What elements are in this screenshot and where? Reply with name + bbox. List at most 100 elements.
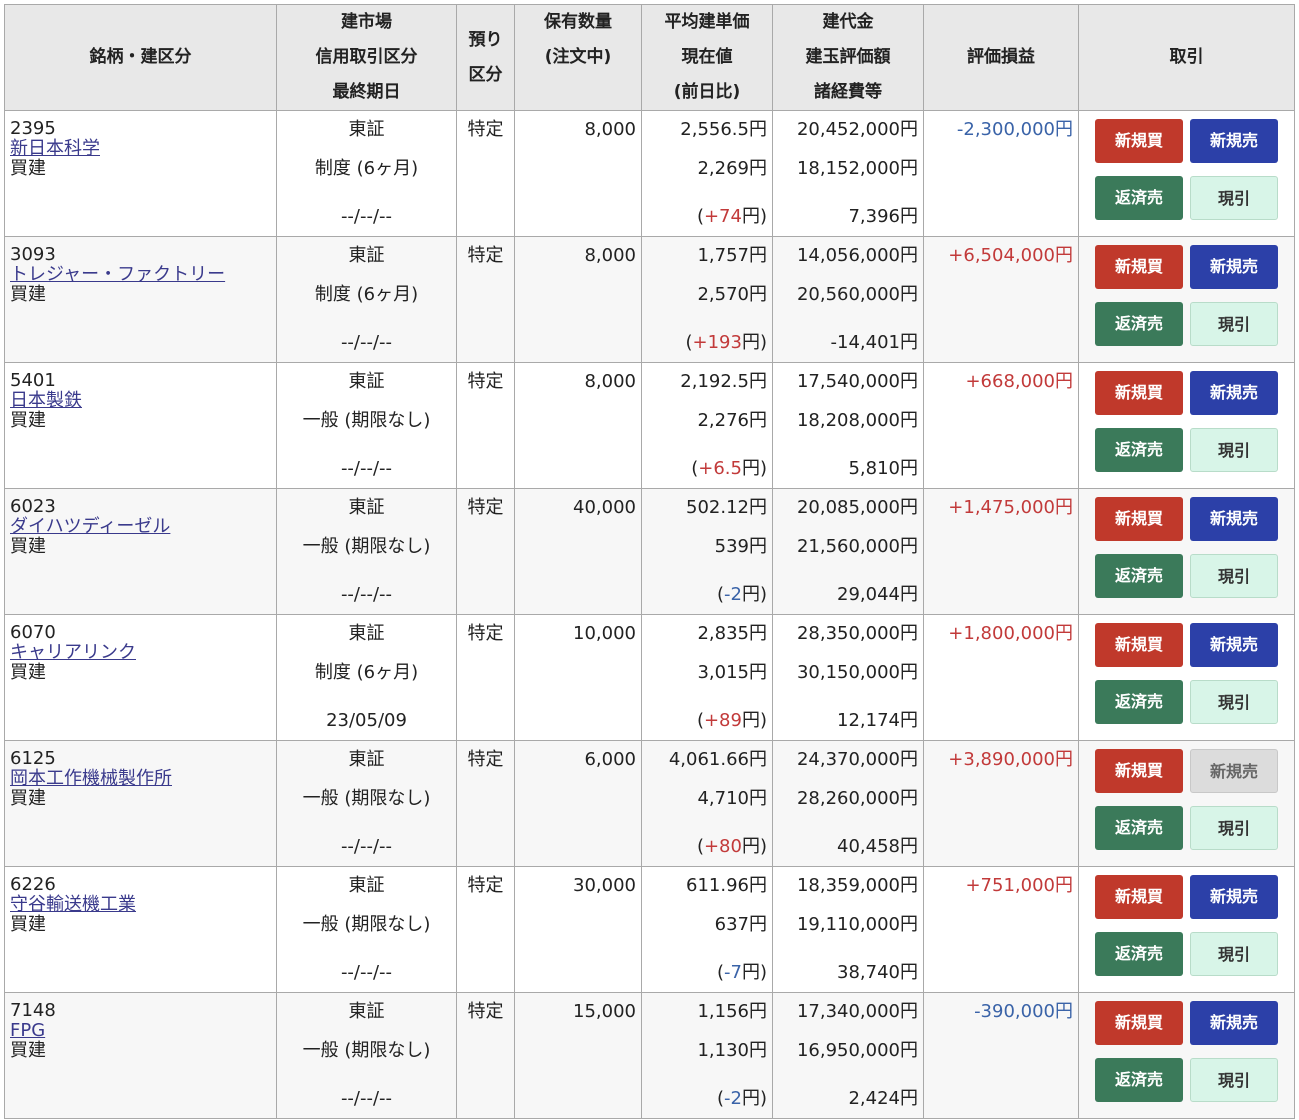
account-cell: 特定 (456, 110, 515, 237)
price-cell: 1,757円 2,570円 (+193円) (641, 236, 773, 363)
position-fees: 7,396円 (848, 206, 918, 227)
stock-name-link[interactable]: ダイハツディーゼル (10, 517, 276, 537)
header-avg-line: 平均建単価 (664, 12, 750, 32)
new-buy-button[interactable]: 新規買 (1095, 119, 1183, 163)
new-sell-button: 新規売 (1190, 749, 1278, 793)
name-cell: 7148 FPG 買建 (4, 992, 277, 1119)
change-close: 円) (741, 332, 767, 353)
credit-type: 一般 (期限なし) (302, 788, 431, 809)
new-sell-button[interactable]: 新規売 (1190, 245, 1278, 289)
stock-name-link[interactable]: 守谷輸送機工業 (10, 895, 276, 915)
table-header-row: 銘柄・建区分 建市場 信用取引区分 最終期日 預り 区分 保有数量 (注文中) … (4, 4, 1295, 111)
deliver-button[interactable]: 現引 (1190, 176, 1278, 220)
new-buy-button[interactable]: 新規買 (1095, 875, 1183, 919)
stock-name-link[interactable]: キャリアリンク (10, 643, 276, 663)
due-date: --/--/-- (340, 206, 393, 227)
change-close: 円) (741, 710, 767, 731)
new-sell-button[interactable]: 新規売 (1190, 623, 1278, 667)
change-open: ( (716, 1088, 725, 1109)
account-type: 特定 (467, 623, 504, 644)
change-close: 円) (741, 962, 767, 983)
close-sell-button[interactable]: 返済売 (1095, 302, 1183, 346)
stock-name-link[interactable]: FPG (10, 1021, 276, 1041)
new-sell-button[interactable]: 新規売 (1190, 371, 1278, 415)
close-sell-button[interactable]: 返済売 (1095, 680, 1183, 724)
change-open: ( (696, 206, 704, 227)
change-close: 円) (741, 458, 767, 479)
deliver-button[interactable]: 現引 (1190, 1058, 1278, 1102)
account-cell: 特定 (456, 992, 515, 1119)
deliver-button[interactable]: 現引 (1190, 428, 1278, 472)
name-cell: 3093 トレジャー・ファクトリー 買建 (4, 236, 277, 363)
close-sell-button[interactable]: 返済売 (1095, 176, 1183, 220)
qty-cell: 30,000 (514, 866, 642, 993)
stock-code: 5401 (10, 370, 56, 391)
stock-code: 6023 (10, 496, 56, 517)
close-sell-button[interactable]: 返済売 (1095, 806, 1183, 850)
pl-cell: +6,504,000円 (923, 236, 1079, 363)
account-type: 特定 (467, 497, 504, 518)
holding-qty: 6,000 (584, 749, 636, 770)
price-change: (+89円) (642, 711, 767, 731)
new-sell-button[interactable]: 新規売 (1190, 497, 1278, 541)
stock-name-link[interactable]: 岡本工作機械製作所 (10, 769, 276, 789)
price-change: (+193円) (642, 333, 767, 353)
unrealized-pl: -390,000円 (974, 1001, 1073, 1022)
account-type: 特定 (467, 875, 504, 896)
name-cell: 2395 新日本科学 買建 (4, 110, 277, 237)
header-pl: 評価損益 (923, 4, 1079, 111)
new-buy-button[interactable]: 新規買 (1095, 749, 1183, 793)
header-account: 預り 区分 (456, 4, 515, 111)
stock-code: 6226 (10, 874, 56, 895)
new-buy-button[interactable]: 新規買 (1095, 497, 1183, 541)
new-sell-button[interactable]: 新規売 (1190, 119, 1278, 163)
trade-cell: 新規買 新規売 返済売 現引 (1078, 362, 1295, 489)
deliver-button[interactable]: 現引 (1190, 932, 1278, 976)
close-sell-button[interactable]: 返済売 (1095, 1058, 1183, 1102)
deliver-button[interactable]: 現引 (1190, 554, 1278, 598)
market-name: 東証 (348, 623, 385, 644)
avg-price: 611.96円 (686, 875, 767, 896)
trade-cell: 新規買 新規売 返済売 現引 (1078, 110, 1295, 237)
change-open: ( (685, 332, 693, 353)
close-sell-button[interactable]: 返済売 (1095, 554, 1183, 598)
position-fees: -14,401円 (830, 332, 918, 353)
table-row: 6226 守谷輸送機工業 買建 東証 一般 (期限なし) --/--/-- 特定… (4, 866, 1295, 993)
deliver-button[interactable]: 現引 (1190, 806, 1278, 850)
market-name: 東証 (348, 749, 385, 770)
close-sell-button[interactable]: 返済売 (1095, 428, 1183, 472)
amount-cell: 24,370,000円 28,260,000円 40,458円 (772, 740, 924, 867)
deliver-button[interactable]: 現引 (1190, 680, 1278, 724)
stock-name-link[interactable]: 新日本科学 (10, 139, 276, 159)
amount-cell: 17,340,000円 16,950,000円 2,424円 (772, 992, 924, 1119)
account-cell: 特定 (456, 236, 515, 363)
amount-cell: 20,085,000円 21,560,000円 29,044円 (772, 488, 924, 615)
avg-price: 1,757円 (697, 245, 767, 266)
qty-cell: 6,000 (514, 740, 642, 867)
current-price: 539円 (714, 536, 767, 557)
new-buy-button[interactable]: 新規買 (1095, 1001, 1183, 1045)
deliver-button[interactable]: 現引 (1190, 302, 1278, 346)
new-buy-button[interactable]: 新規買 (1095, 623, 1183, 667)
new-sell-button[interactable]: 新規売 (1190, 1001, 1278, 1045)
header-market-line: 建市場 (341, 12, 392, 32)
due-date: --/--/-- (340, 584, 393, 605)
new-sell-button[interactable]: 新規売 (1190, 875, 1278, 919)
new-buy-button[interactable]: 新規買 (1095, 371, 1183, 415)
position-value: 16,950,000円 (796, 1040, 918, 1061)
header-qty: 保有数量 (注文中) (514, 4, 642, 111)
position-cost: 17,540,000円 (796, 371, 918, 392)
position-value: 19,110,000円 (796, 914, 918, 935)
trade-cell: 新規買 新規売 返済売 現引 (1078, 992, 1295, 1119)
stock-name-link[interactable]: トレジャー・ファクトリー (10, 265, 276, 285)
change-open: ( (696, 836, 704, 857)
close-sell-button[interactable]: 返済売 (1095, 932, 1183, 976)
current-price: 2,276円 (697, 410, 767, 431)
header-trade-label: 取引 (1169, 47, 1204, 67)
new-buy-button[interactable]: 新規買 (1095, 245, 1183, 289)
pl-cell: +751,000円 (923, 866, 1079, 993)
position-side: 買建 (10, 788, 46, 809)
stock-name-link[interactable]: 日本製鉄 (10, 391, 276, 411)
pl-cell: +668,000円 (923, 362, 1079, 489)
unrealized-pl: +1,800,000円 (948, 623, 1073, 644)
